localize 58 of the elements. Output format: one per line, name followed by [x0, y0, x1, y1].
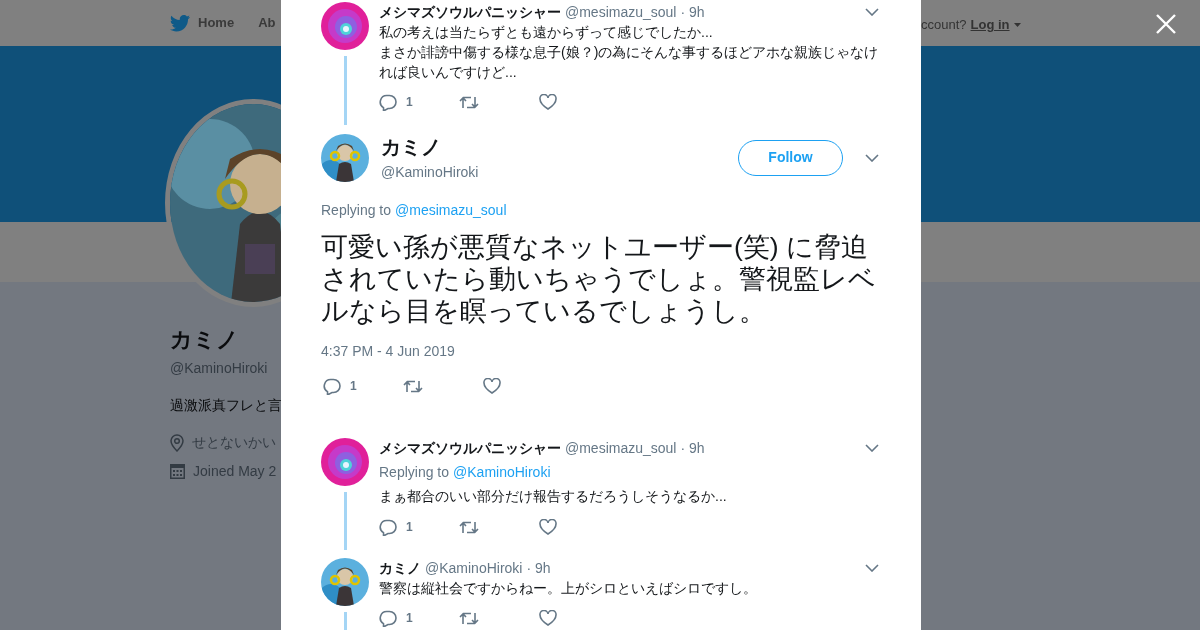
author-handle[interactable]: @KaminoHiroki	[381, 162, 730, 183]
chevron-down-icon[interactable]	[865, 444, 879, 452]
thread-line	[343, 56, 347, 125]
chevron-down-icon[interactable]	[865, 8, 879, 16]
thread-line	[343, 612, 347, 630]
author-handle[interactable]: @KaminoHiroki	[425, 557, 523, 579]
reply-count: 1	[406, 94, 413, 111]
thread-line	[343, 492, 347, 550]
heart-icon[interactable]	[483, 378, 501, 394]
calendar-icon	[170, 464, 185, 479]
follow-button[interactable]: Follow	[738, 139, 843, 176]
retweet-icon[interactable]	[459, 519, 479, 535]
reply-icon[interactable]	[379, 518, 397, 536]
reply-count: 1	[406, 610, 413, 627]
login-link[interactable]: Log in	[970, 15, 1021, 35]
reply-icon[interactable]	[379, 93, 397, 111]
author-name[interactable]: メシマズソウルパニッシャー	[379, 1, 561, 23]
profile-bio: 過激派真フレと言	[170, 396, 282, 415]
reply-count: 1	[406, 519, 413, 536]
tweet-time: · 9h	[680, 438, 705, 458]
author-name[interactable]: カミノ	[379, 557, 421, 579]
close-icon[interactable]	[1155, 13, 1177, 36]
mention-link[interactable]: @KaminoHiroki	[453, 462, 551, 482]
reply-count: 1	[350, 378, 357, 395]
reply-icon[interactable]	[323, 377, 341, 395]
tweet-text: 可愛い孫が悪質なネットユーザー(笑) に脅迫されていたら動いちゃうでしょ。警視監レベルなら目を瞑っているでしょうし。	[321, 231, 877, 327]
profile-handle: @KaminoHiroki	[170, 359, 268, 378]
login-prompt: ccount?	[921, 16, 967, 34]
heart-icon[interactable]	[539, 519, 557, 535]
bird-icon	[170, 14, 190, 32]
retweet-icon[interactable]	[459, 94, 479, 110]
tweet-time: · 9h	[680, 2, 705, 22]
heart-icon[interactable]	[539, 94, 557, 110]
nav-link[interactable]: Home	[170, 13, 235, 33]
chevron-down-icon[interactable]	[865, 153, 879, 162]
tweet-text: 私の考えは当たらずとも遠からずって感じでしたか... まさか誹謗中傷する様な息子(娘？)の為にそんな事するほどアホな親族じゃなければ良いんですけど...	[379, 23, 880, 82]
heart-icon[interactable]	[539, 610, 557, 626]
profile-joined-date: Joined May 2	[193, 462, 277, 481]
author-name[interactable]: カミノ	[381, 132, 730, 162]
profile-location: せとないかい	[192, 433, 276, 452]
caret-icon	[1013, 22, 1021, 27]
replying-label: Replying to	[379, 463, 450, 482]
author-name[interactable]: メシマズソウルパニッシャー	[379, 437, 561, 459]
retweet-icon[interactable]	[403, 378, 423, 394]
tweet-text: まぁ都合のいい部分だけ報告するだろうしそうなるか...	[379, 487, 728, 506]
retweet-icon[interactable]	[459, 610, 479, 626]
tweet-time: · 9h	[526, 558, 551, 578]
author-handle[interactable]: @mesimazu_soul	[565, 1, 677, 23]
mention-link[interactable]: @mesimazu_soul	[395, 200, 507, 221]
tweet-text: 警察は縦社会ですからねー。上がシロといえばシロですし。	[379, 579, 758, 598]
replying-label: Replying to	[321, 201, 392, 220]
chevron-down-icon[interactable]	[865, 564, 879, 572]
location-pin-icon	[170, 433, 184, 452]
nav-link[interactable]: Ab	[258, 13, 276, 33]
author-handle[interactable]: @mesimazu_soul	[565, 437, 677, 459]
profile-name: カミノ	[170, 326, 239, 354]
tweet-timestamp: 4:37 PM - 4 Jun 2019	[321, 342, 456, 361]
reply-icon[interactable]	[379, 609, 397, 627]
